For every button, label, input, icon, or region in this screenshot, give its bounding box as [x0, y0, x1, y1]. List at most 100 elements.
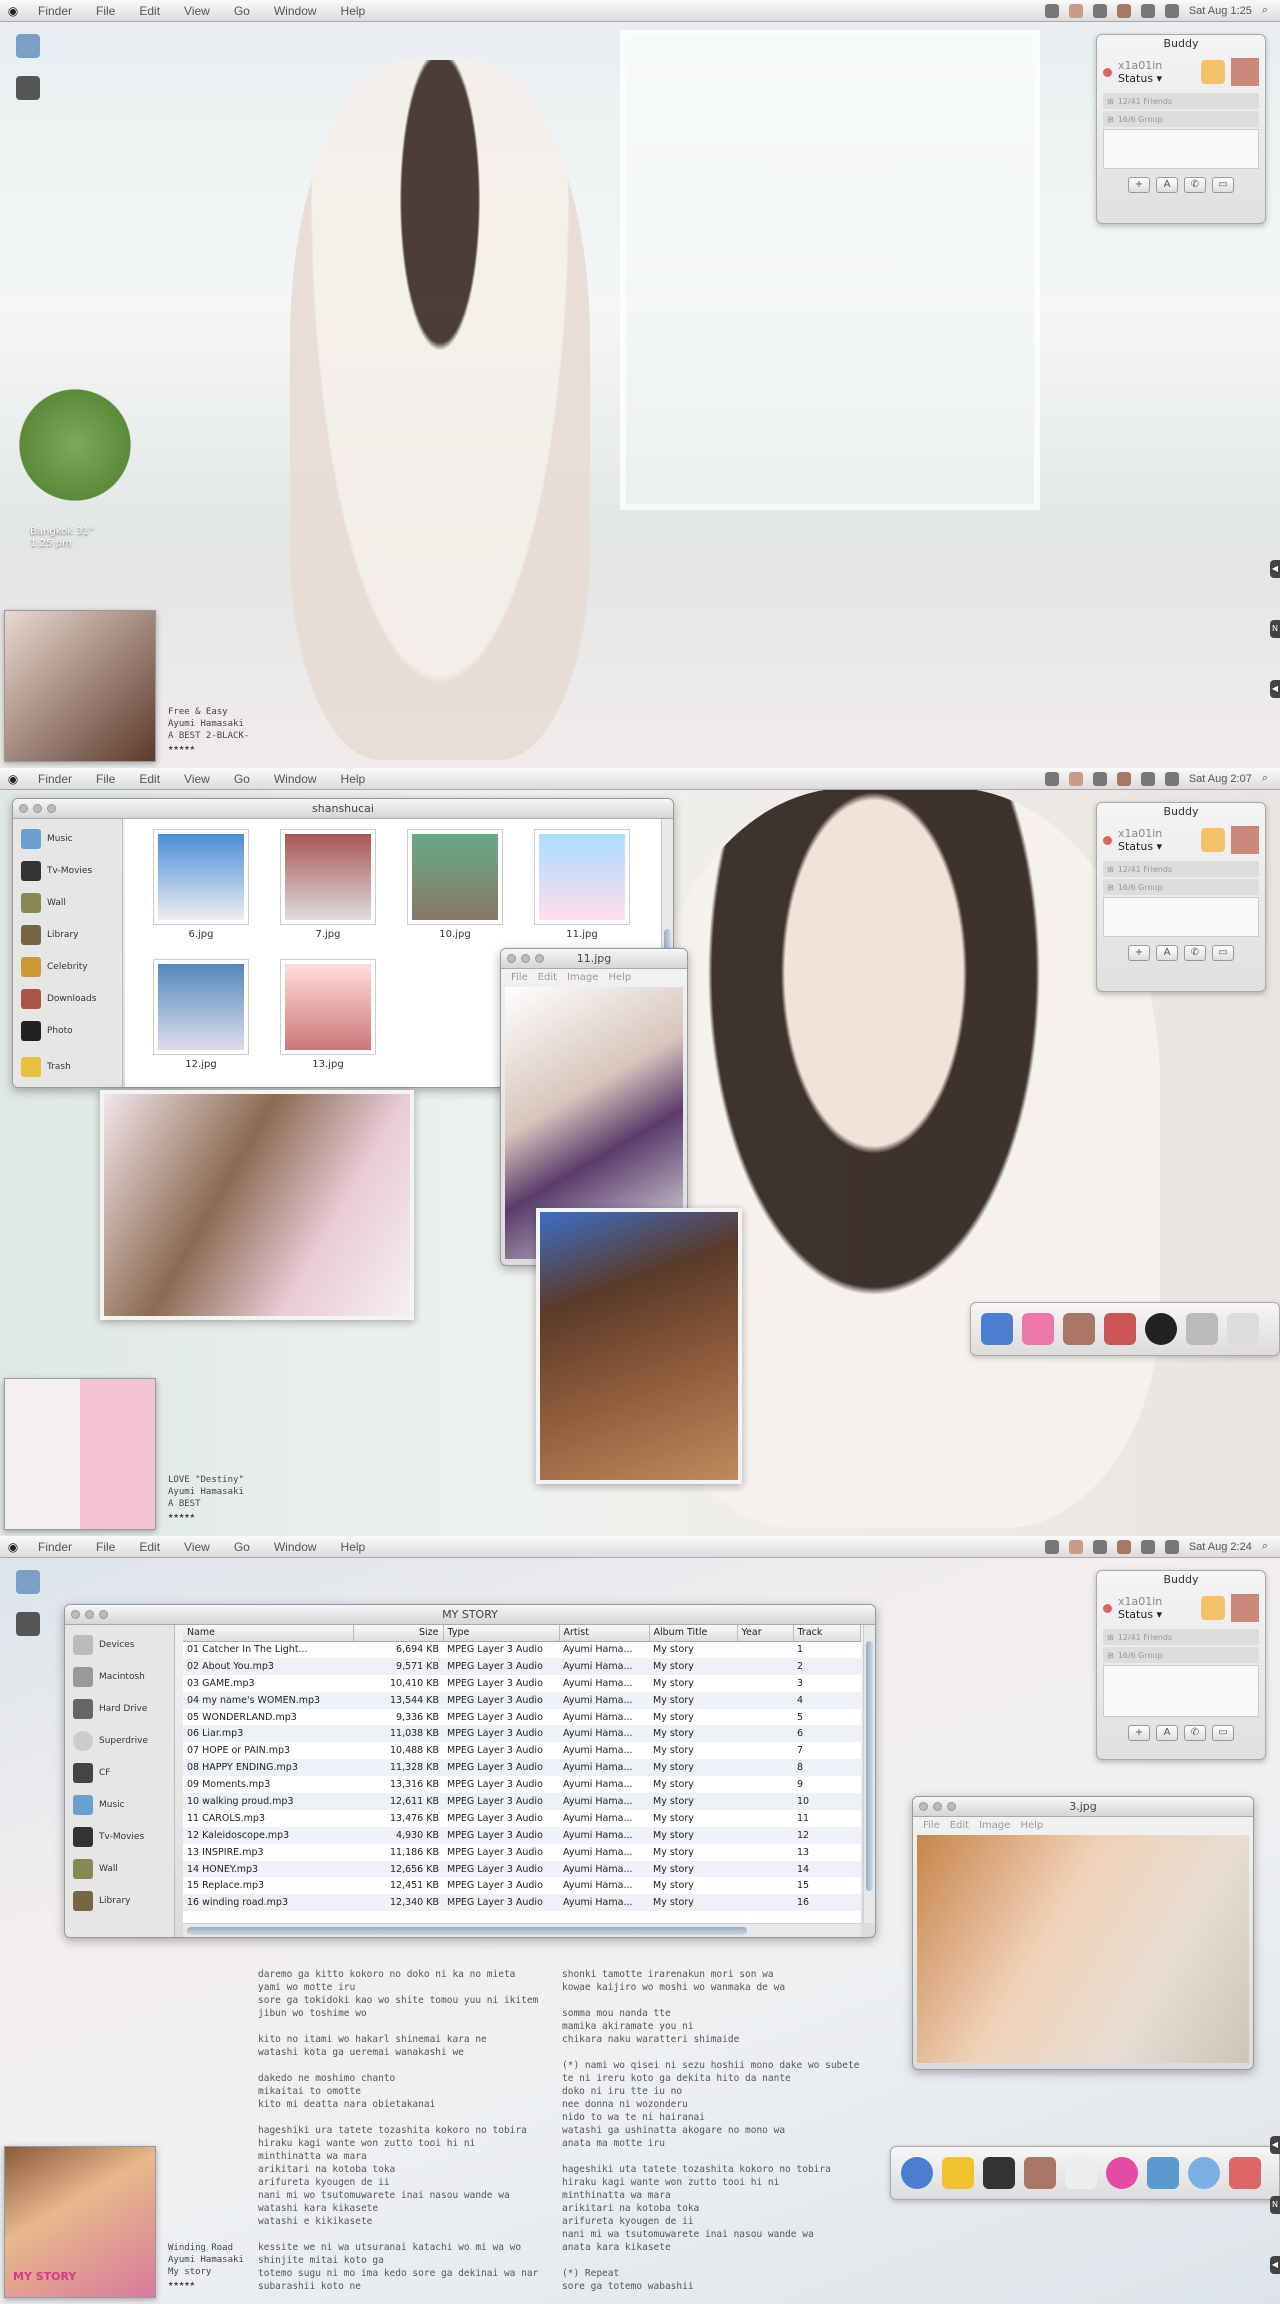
menu-window[interactable]: Window	[262, 4, 329, 18]
menu-window[interactable]: Window	[262, 1540, 329, 1554]
minimize-button[interactable]	[85, 1610, 94, 1619]
edge-tab[interactable]: ◀	[1270, 2256, 1280, 2274]
table-row[interactable]: 11 CAROLS.mp3 13,476 KB MPEG Layer 3 Audio…	[183, 1810, 861, 1827]
chat-dock-icon[interactable]	[1106, 2157, 1138, 2189]
sidebar-item-cf[interactable]: CF	[65, 1757, 174, 1789]
table-row[interactable]: 13 INSPIRE.mp3 11,186 KB MPEG Layer 3 Audi…	[183, 1844, 861, 1861]
menu-edit[interactable]: Edit	[127, 4, 172, 18]
disk-icon[interactable]	[16, 1612, 40, 1636]
avatar[interactable]	[1231, 826, 1259, 854]
close-button[interactable]	[19, 804, 28, 813]
phone-icon[interactable]	[1044, 1539, 1059, 1554]
file-thumbnail[interactable]	[280, 829, 376, 925]
menu-clock[interactable]: Sat Aug 2:07	[1189, 773, 1252, 785]
album-cover[interactable]	[4, 610, 156, 762]
add-buddy-button[interactable]: +	[1128, 1725, 1150, 1741]
battery-icon[interactable]	[1164, 771, 1179, 786]
menu-finder[interactable]: Finder	[26, 4, 84, 18]
sidebar-item-wall[interactable]: Wall	[13, 887, 122, 919]
file-thumbnail[interactable]	[280, 959, 376, 1055]
menu-edit[interactable]: Edit	[127, 1540, 172, 1554]
menu-finder[interactable]: Finder	[26, 772, 84, 786]
menu-go[interactable]: Go	[222, 1540, 262, 1554]
table-row[interactable]: 10 walking proud.mp3 12,611 KB MPEG Layer …	[183, 1793, 861, 1810]
close-button[interactable]	[71, 1610, 80, 1619]
call-button[interactable]: ✆	[1184, 945, 1206, 961]
sidebar-item-wall[interactable]: Wall	[65, 1853, 174, 1885]
command-icon[interactable]	[1140, 1539, 1155, 1554]
library-scrollbar[interactable]	[863, 1625, 875, 1923]
viewer-titlebar[interactable]: 11.jpg	[501, 949, 687, 969]
phone-icon[interactable]	[1044, 3, 1059, 18]
home-icon[interactable]	[16, 34, 40, 58]
table-row[interactable]: 01 Catcher In The Light... 6,694 KB MPEG L…	[183, 1641, 861, 1658]
table-row[interactable]: 05 WONDERLAND.mp3 9,336 KB MPEG Layer 3 Au…	[183, 1709, 861, 1726]
sidebar-item-celebrity[interactable]: Celebrity	[13, 951, 122, 983]
add-buddy-button[interactable]: +	[1128, 177, 1150, 193]
menu-edit[interactable]: Edit	[127, 772, 172, 786]
library-titlebar[interactable]: MY STORY	[65, 1605, 875, 1625]
disk-icon[interactable]	[16, 76, 40, 100]
col-artist[interactable]: Artist	[559, 1625, 650, 1642]
file-thumbnail[interactable]	[153, 829, 249, 925]
table-row[interactable]: 02 About You.mp3 9,571 KB MPEG Layer 3 Aud…	[183, 1657, 861, 1675]
buddy-status-menu[interactable]: Status ▾	[1118, 72, 1195, 85]
album-cover[interactable]	[4, 1378, 156, 1530]
sidebar-item-tv-movies[interactable]: Tv-Movies	[65, 1821, 174, 1853]
sidebar-item-music[interactable]: Music	[65, 1789, 174, 1821]
call-button[interactable]: ✆	[1184, 177, 1206, 193]
minimize-button[interactable]	[33, 804, 42, 813]
menu-view[interactable]: View	[172, 4, 222, 18]
buddy-status-menu[interactable]: Status ▾	[1118, 1608, 1195, 1621]
library-hscrollbar[interactable]	[183, 1923, 861, 1937]
spotlight-icon[interactable]: ⌕	[1262, 1540, 1268, 1553]
camera-dock-icon[interactable]	[1145, 1313, 1177, 1345]
menu-view[interactable]: View	[172, 772, 222, 786]
viewer-menu-image[interactable]: Image	[567, 972, 598, 983]
ipod-dock-icon[interactable]	[1227, 1313, 1259, 1345]
browser-dock-icon[interactable]	[901, 2157, 933, 2189]
star-dock-icon[interactable]	[942, 2157, 974, 2189]
buddy-group-friends[interactable]: ⊞ 12/41 Friends	[1103, 93, 1259, 109]
file-thumbnail[interactable]	[534, 829, 630, 925]
sidebar-item-downloads[interactable]: Downloads	[13, 983, 122, 1015]
menu-clock[interactable]: Sat Aug 2:24	[1189, 1541, 1252, 1553]
video-button[interactable]: ▭	[1212, 945, 1234, 961]
text-chat-button[interactable]: A	[1156, 1725, 1178, 1741]
add-buddy-button[interactable]: +	[1128, 945, 1150, 961]
chat-icon[interactable]	[1201, 828, 1225, 852]
buddy-list[interactable]	[1103, 129, 1259, 169]
col-type[interactable]: Type	[443, 1625, 560, 1642]
buddy-list[interactable]	[1103, 1665, 1259, 1717]
chat-icon[interactable]	[1201, 1596, 1225, 1620]
battery-icon[interactable]	[1164, 1539, 1179, 1554]
sidebar-item-music[interactable]: Music	[13, 823, 122, 855]
close-button[interactable]	[919, 1802, 928, 1811]
table-row[interactable]: 14 HONEY.mp3 12,656 KB MPEG Layer 3 Audio A…	[183, 1860, 861, 1878]
photo-icon[interactable]	[1116, 771, 1131, 786]
spotlight-icon[interactable]: ⌕	[1262, 4, 1268, 17]
minimize-button[interactable]	[933, 1802, 942, 1811]
video-button[interactable]: ▭	[1212, 177, 1234, 193]
display-dock-icon[interactable]	[1147, 2157, 1179, 2189]
sidebar-item-hard-drive[interactable]: Hard Drive	[65, 1693, 174, 1725]
menu-clock[interactable]: Sat Aug 1:25	[1189, 5, 1252, 17]
sidebar-item-tv-movies[interactable]: Tv-Movies	[13, 855, 122, 887]
np-rating[interactable]: ★★★★★	[168, 2278, 244, 2290]
buddy-status-menu[interactable]: Status ▾	[1118, 840, 1195, 853]
menu-go[interactable]: Go	[222, 772, 262, 786]
np-rating[interactable]: ★★★★★	[168, 742, 249, 754]
col-track[interactable]: Track	[793, 1625, 861, 1642]
menu-view[interactable]: View	[172, 1540, 222, 1554]
viewer-menu-edit[interactable]: Edit	[538, 972, 557, 983]
np-rating[interactable]: ★★★★★	[168, 1510, 244, 1522]
viewer-titlebar[interactable]: 3.jpg	[913, 1797, 1253, 1817]
sidebar-item-library[interactable]: Library	[65, 1885, 174, 1917]
book-dock-icon[interactable]	[1104, 1313, 1136, 1345]
buddy-group-2[interactable]: ⊞ 16/6 Group	[1103, 879, 1259, 895]
table-row[interactable]: 06 Liar.mp3 11,038 KB MPEG Layer 3 Audio Ay…	[183, 1725, 861, 1743]
table-row[interactable]: 15 Replace.mp3 12,451 KB MPEG Layer 3 Audi…	[183, 1877, 861, 1894]
apple-menu-icon[interactable]: ◉	[0, 4, 26, 18]
itunes-dock-icon[interactable]	[1188, 2157, 1220, 2189]
finder-titlebar[interactable]: shanshucai	[13, 799, 673, 819]
